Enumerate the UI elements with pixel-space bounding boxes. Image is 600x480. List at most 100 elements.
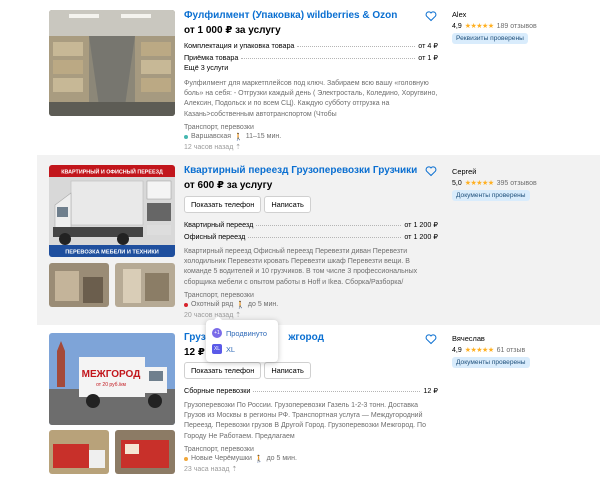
service-row: Комплектация и упаковка товара от 4 ₽ bbox=[184, 38, 438, 50]
show-phone-button[interactable]: Показать телефон bbox=[184, 362, 262, 379]
posted-time: 23 часа назад ⇡ bbox=[184, 465, 438, 473]
listing-photo[interactable] bbox=[49, 10, 175, 116]
walk-time: до 5 мин. bbox=[247, 301, 279, 309]
listing-category: Транспорт, перевозки bbox=[184, 123, 254, 131]
seller-block: Alex 4,9 ★★★★★ 189 отзывов Реквизиты про… bbox=[452, 10, 592, 44]
walk-time: до 5 мин. bbox=[266, 455, 297, 463]
verified-badge: Документы проверены bbox=[452, 190, 530, 201]
rating-value: 4,9 bbox=[452, 22, 462, 30]
walking-icon: 🚶 bbox=[254, 455, 264, 463]
favorite-heart-icon[interactable] bbox=[425, 165, 437, 177]
service-name: Квартирный переезд bbox=[184, 220, 254, 229]
listing-photo[interactable]: МЕЖГОРОД от 20 руб./км bbox=[49, 333, 175, 425]
posted-time-text: 20 часов назад bbox=[184, 311, 234, 319]
rating-stars-icon: ★★★★★ bbox=[464, 347, 494, 354]
seller-block: Сергей 5,0 ★★★★★ 395 отзывов Документы п… bbox=[452, 167, 592, 201]
rating-value: 5,0 bbox=[452, 179, 462, 187]
seller-name[interactable]: Alex bbox=[452, 10, 592, 19]
service-row: Сборные перевозки 12 ₽ bbox=[184, 383, 438, 395]
service-name: Приёмка товара bbox=[184, 53, 239, 62]
metro-station: Варшавская 🚶 11–15 мин. bbox=[184, 133, 438, 141]
service-price: от 4 ₽ bbox=[418, 41, 438, 50]
seller-name[interactable]: Сергей bbox=[452, 167, 592, 176]
seller-block: Вячеслав 4,9 ★★★★★ 61 отзыв Документы пр… bbox=[452, 334, 592, 368]
metro-line-icon bbox=[184, 456, 188, 461]
listing-card[interactable]: МЕЖГОРОД от 20 руб./км Грузо жгород 12 ₽… bbox=[37, 325, 600, 480]
listing-photo[interactable]: КВАРТИРНЫЙ И ОФИСНЫЙ ПЕРЕЕЗД ПЕРЕВОЗКА М… bbox=[49, 165, 175, 257]
photo-main-text: МЕЖГОРОД bbox=[82, 369, 141, 380]
walk-time: 11–15 мин. bbox=[245, 133, 282, 141]
listing-price: от 1 000 ₽ за услугу bbox=[184, 25, 281, 36]
seller-rating: 5,0 ★★★★★ 395 отзывов bbox=[452, 179, 592, 188]
seller-rating: 4,9 ★★★★★ 189 отзывов bbox=[452, 22, 592, 31]
metro-line-icon bbox=[184, 134, 188, 139]
action-buttons: Показать телефон Написать bbox=[184, 196, 438, 213]
write-message-button[interactable]: Написать bbox=[264, 362, 311, 379]
rating-stars-icon: ★★★★★ bbox=[464, 180, 494, 187]
action-buttons: Показать телефон Написать bbox=[184, 362, 438, 379]
posted-time: 20 часов назад ⇡ bbox=[184, 311, 438, 319]
service-row: Офисный переезд от 1 200 ₽ bbox=[184, 229, 438, 241]
service-name: Офисный переезд bbox=[184, 232, 246, 241]
metro-line-icon bbox=[184, 302, 188, 307]
service-price: 12 ₽ bbox=[423, 386, 438, 395]
service-row: Квартирный переезд от 1 200 ₽ bbox=[184, 217, 438, 229]
metro-station: Охотный ряд 🚶 до 5 мин. bbox=[184, 301, 438, 309]
listing-thumb[interactable] bbox=[115, 430, 175, 474]
metro-name: Варшавская bbox=[191, 133, 232, 141]
photo-sub-text: от 20 руб./км bbox=[96, 382, 126, 388]
service-price: от 1 200 ₽ bbox=[404, 220, 438, 229]
service-price: от 1 200 ₽ bbox=[404, 232, 438, 241]
verified-badge: Реквизиты проверены bbox=[452, 33, 528, 44]
listing-card[interactable]: КВАРТИРНЫЙ И ОФИСНЫЙ ПЕРЕЕЗД ПЕРЕВОЗКА М… bbox=[37, 155, 600, 325]
favorite-heart-icon[interactable] bbox=[425, 10, 437, 22]
raise-icon: ⇡ bbox=[235, 311, 242, 319]
listing-title[interactable]: Квартирный переезд Грузоперевозки Грузчи… bbox=[184, 165, 438, 176]
listing-description: Квартирный переезд Офисный переезд Перев… bbox=[184, 248, 418, 286]
metro-name: Новые Черёмушки bbox=[191, 455, 252, 463]
more-services-link[interactable]: Ещё 3 услуги bbox=[184, 62, 438, 73]
rating-value: 4,9 bbox=[452, 346, 462, 354]
listing-description: Грузоперевозки По России. Грузоперевозки… bbox=[184, 402, 426, 440]
promoted-label: Продвинуто bbox=[226, 328, 267, 338]
listing-thumb[interactable] bbox=[49, 263, 109, 307]
posted-time-text: 12 часов назад bbox=[184, 143, 234, 151]
listing-title-end[interactable]: жгород bbox=[288, 332, 324, 343]
favorite-heart-icon[interactable] bbox=[425, 333, 437, 345]
posted-time: 12 часов назад ⇡ bbox=[184, 143, 438, 151]
show-phone-button[interactable]: Показать телефон bbox=[184, 196, 262, 213]
promoted-item[interactable]: +1 Продвинуто bbox=[212, 325, 272, 341]
reviews-count[interactable]: 395 отзывов bbox=[497, 180, 537, 187]
listing-body: Квартирный переезд Грузоперевозки Грузчи… bbox=[184, 165, 438, 319]
listing-thumb[interactable] bbox=[115, 263, 175, 307]
seller-name[interactable]: Вячеслав bbox=[452, 334, 592, 343]
metro-name: Охотный ряд bbox=[191, 301, 234, 309]
listing-thumb[interactable] bbox=[49, 430, 109, 474]
raise-icon: ⇡ bbox=[235, 143, 242, 151]
verified-badge: Документы проверены bbox=[452, 357, 530, 368]
reviews-count[interactable]: 61 отзыв bbox=[497, 347, 526, 354]
listing-title[interactable]: Фулфилмент (Упаковка) wildberries & Ozon bbox=[184, 10, 438, 21]
seller-rating: 4,9 ★★★★★ 61 отзыв bbox=[452, 346, 592, 355]
listing-category: Транспорт, перевозки bbox=[184, 291, 254, 299]
listing-card[interactable]: Фулфилмент (Упаковка) wildberries & Ozon… bbox=[37, 0, 600, 151]
listing-category: Транспорт, перевозки bbox=[184, 445, 254, 453]
walking-icon: 🚶 bbox=[236, 301, 245, 309]
write-message-button[interactable]: Написать bbox=[264, 196, 311, 213]
listing-description: Фулфилмент для маркетплейсов под ключ. З… bbox=[184, 80, 438, 118]
service-name: Комплектация и упаковка товара bbox=[184, 41, 295, 50]
service-price: от 1 ₽ bbox=[418, 53, 438, 62]
listing-body: Фулфилмент (Упаковка) wildberries & Ozon… bbox=[184, 10, 438, 151]
reviews-count[interactable]: 189 отзывов bbox=[497, 23, 537, 30]
promotion-plus-icon: +1 bbox=[212, 328, 222, 338]
photo-bottom-text: ПЕРЕВОЗКА МЕБЕЛИ И ТЕХНИКИ bbox=[65, 250, 159, 256]
rating-stars-icon: ★★★★★ bbox=[464, 23, 494, 30]
xl-label: XL bbox=[226, 344, 236, 354]
service-row: Приёмка товара от 1 ₽ bbox=[184, 50, 438, 62]
posted-time-text: 23 часа назад bbox=[184, 465, 230, 473]
walking-icon: 🚶 bbox=[234, 133, 243, 141]
xl-item[interactable]: XL XL bbox=[212, 341, 272, 357]
raise-icon: ⇡ bbox=[231, 465, 238, 473]
photo-top-text: КВАРТИРНЫЙ И ОФИСНЫЙ ПЕРЕЕЗД bbox=[61, 168, 163, 176]
listing-price: от 600 ₽ за услугу bbox=[184, 180, 273, 191]
